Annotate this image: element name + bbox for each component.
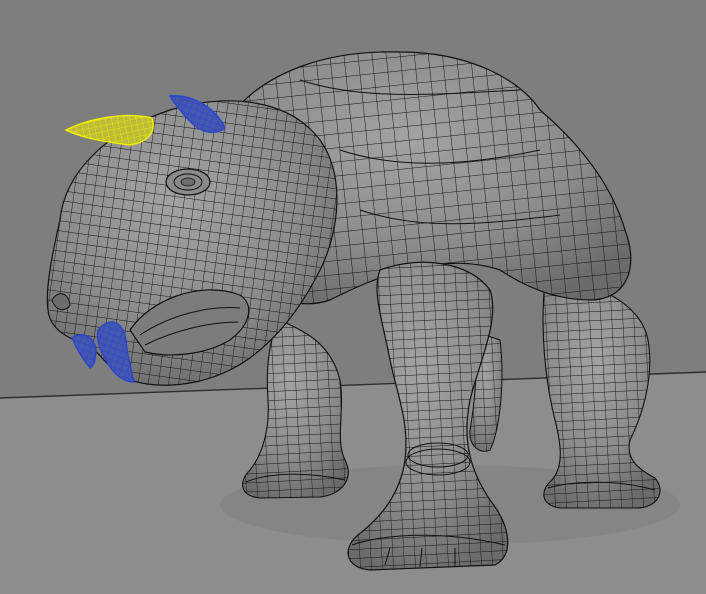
3d-viewport[interactable] bbox=[0, 0, 706, 594]
viewport-canvas[interactable] bbox=[0, 0, 706, 594]
